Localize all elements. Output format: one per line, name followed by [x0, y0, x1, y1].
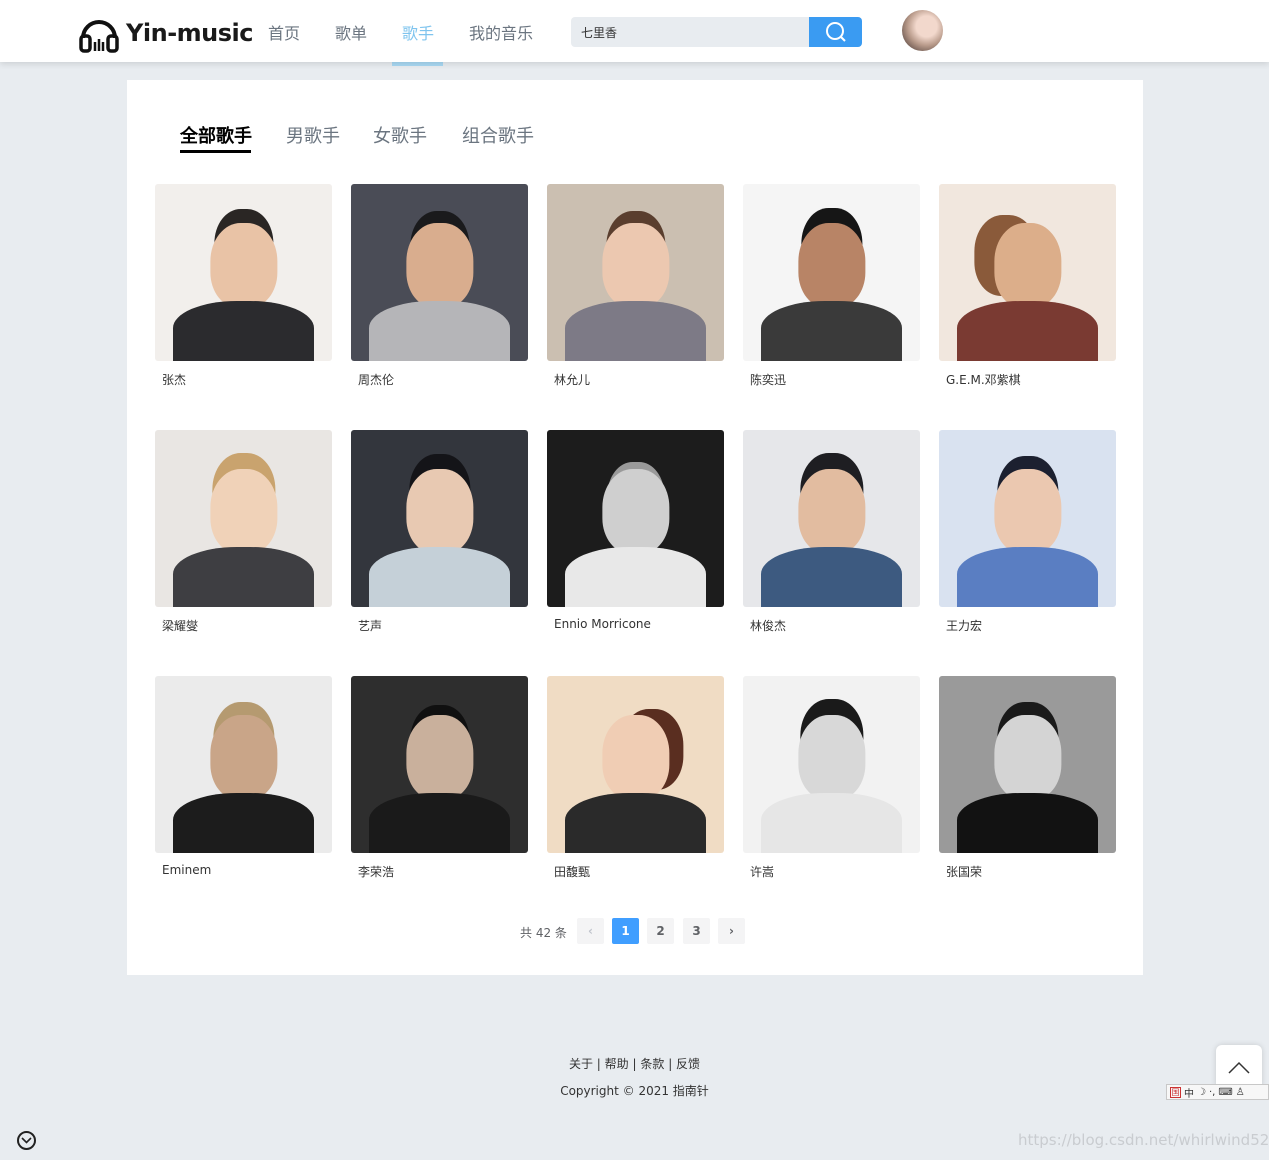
- pagination: 共 42 条 ‹ 1 2 3 ›: [127, 918, 1143, 944]
- singer-card[interactable]: Eminem: [155, 676, 332, 886]
- logo-text: Yin-music: [126, 19, 253, 47]
- ime-mode-label: 中: [1184, 1088, 1194, 1100]
- singer-photo: [155, 184, 332, 361]
- prev-page-button[interactable]: ‹: [577, 918, 604, 944]
- singer-name: 陈奕迅: [750, 373, 787, 387]
- singer-name: Ennio Morricone: [554, 617, 651, 631]
- singer-name: 张杰: [162, 373, 187, 387]
- footer-links: 关于 | 帮助 | 条款 | 反馈: [568, 1057, 701, 1071]
- chevron-right-icon: ›: [729, 924, 734, 938]
- search-icon: [825, 22, 846, 42]
- chevron-left-icon: ‹: [588, 924, 593, 938]
- singer-photo: [939, 430, 1116, 607]
- ime-flag-icon: 国: [1170, 1086, 1181, 1098]
- singer-card[interactable]: 田馥甄: [547, 676, 724, 886]
- singer-card[interactable]: 张国荣: [939, 676, 1116, 886]
- search-input[interactable]: [571, 17, 810, 47]
- singer-name: 张国荣: [946, 865, 983, 879]
- ime-toolbar[interactable]: 国 中 ☽ ·, ⌨ ♙: [1166, 1084, 1269, 1100]
- singer-photo: [547, 184, 724, 361]
- singer-name: 梁耀燮: [162, 619, 199, 633]
- user-avatar[interactable]: [902, 10, 943, 51]
- singer-name: 田馥甄: [554, 865, 591, 879]
- nav-playlist[interactable]: 歌单: [335, 20, 367, 66]
- nav-home[interactable]: 首页: [268, 20, 300, 66]
- singer-name: 许嵩: [750, 865, 775, 879]
- singer-panel: 全部歌手 男歌手 女歌手 组合歌手 张杰 周杰伦 林允儿 陈奕迅 G.E.M.邓…: [127, 80, 1143, 975]
- keyboard-icon: ⌨: [1218, 1086, 1233, 1098]
- footer-link-feedback[interactable]: 反馈: [676, 1057, 700, 1071]
- page-button[interactable]: 1: [612, 918, 639, 944]
- top-header: Yin-music 首页 歌单 歌手 我的音乐: [0, 0, 1269, 62]
- footer-link-terms[interactable]: 条款: [640, 1057, 664, 1071]
- singer-name: 艺声: [358, 619, 383, 633]
- singer-name: 李荣浩: [358, 865, 395, 879]
- singer-card[interactable]: 张杰: [155, 184, 332, 394]
- singer-card[interactable]: 林俊杰: [743, 430, 920, 640]
- singer-name: 周杰伦: [358, 373, 395, 387]
- headphones-icon: [79, 20, 119, 53]
- footer-link-about[interactable]: 关于: [569, 1057, 593, 1071]
- singer-name: Eminem: [162, 863, 212, 877]
- logo[interactable]: Yin-music: [78, 12, 253, 54]
- chevron-down-icon: [21, 1137, 32, 1144]
- singer-photo: [743, 676, 920, 853]
- user-icon: ♙: [1235, 1086, 1245, 1098]
- tab-group-singers[interactable]: 组合歌手: [462, 122, 534, 148]
- watermark: https://blog.csdn.net/whirlwind526: [1018, 1131, 1269, 1149]
- tab-all-singers[interactable]: 全部歌手: [180, 122, 252, 148]
- singer-card[interactable]: 陈奕迅: [743, 184, 920, 394]
- singer-card[interactable]: 梁耀燮: [155, 430, 332, 640]
- singer-photo: [351, 184, 528, 361]
- chevron-up-icon: [1228, 1061, 1250, 1074]
- tab-male-singers[interactable]: 男歌手: [286, 122, 340, 148]
- singer-card[interactable]: Ennio Morricone: [547, 430, 724, 640]
- singer-name: 林俊杰: [750, 619, 787, 633]
- moon-icon: ☽: [1197, 1086, 1206, 1098]
- nav-singer[interactable]: 歌手: [402, 20, 434, 66]
- singer-card[interactable]: 许嵩: [743, 676, 920, 886]
- singer-photo: [351, 430, 528, 607]
- singer-card[interactable]: G.E.M.邓紫棋: [939, 184, 1116, 394]
- singer-card[interactable]: 林允儿: [547, 184, 724, 394]
- singer-photo: [939, 676, 1116, 853]
- singer-card[interactable]: 周杰伦: [351, 184, 528, 394]
- tab-active-indicator: [180, 150, 251, 153]
- page-button[interactable]: 2: [647, 918, 674, 944]
- singer-card[interactable]: 李荣浩: [351, 676, 528, 886]
- singer-name: 林允儿: [554, 373, 591, 387]
- next-page-button[interactable]: ›: [718, 918, 745, 944]
- copyright: Copyright © 2021 指南针: [560, 1084, 709, 1098]
- singer-photo: [547, 430, 724, 607]
- singer-photo: [155, 430, 332, 607]
- tab-female-singers[interactable]: 女歌手: [373, 122, 427, 148]
- singer-card[interactable]: 王力宏: [939, 430, 1116, 640]
- punctuation-icon: ·,: [1208, 1086, 1216, 1098]
- page-button[interactable]: 3: [683, 918, 710, 944]
- nav-my-music[interactable]: 我的音乐: [469, 20, 533, 66]
- singer-photo: [351, 676, 528, 853]
- singer-name: 王力宏: [946, 619, 983, 633]
- footer-link-help[interactable]: 帮助: [605, 1057, 629, 1071]
- singer-name: G.E.M.邓紫棋: [946, 373, 1021, 387]
- singer-photo: [743, 184, 920, 361]
- chevron-down-circle-icon[interactable]: [17, 1131, 36, 1150]
- search-button[interactable]: [809, 17, 862, 47]
- singer-photo: [939, 184, 1116, 361]
- singer-photo: [155, 676, 332, 853]
- singer-photo: [547, 676, 724, 853]
- pagination-total: 共 42 条: [520, 926, 567, 940]
- singer-card[interactable]: 艺声: [351, 430, 528, 640]
- singer-photo: [743, 430, 920, 607]
